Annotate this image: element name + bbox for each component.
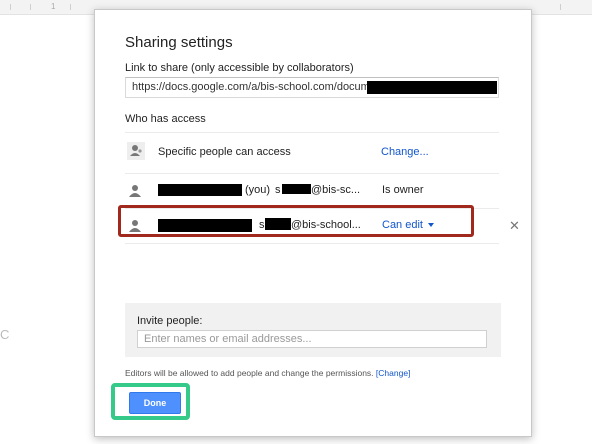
ruler-number: 1 [51, 2, 56, 11]
ruler-tick [10, 4, 11, 10]
access-level-text: Specific people can access [158, 146, 291, 158]
green-highlight-box [111, 383, 190, 420]
redaction-bar [367, 81, 497, 94]
email-suffix: @bis-sc... [311, 184, 361, 196]
person-icon [129, 185, 141, 197]
access-level-row: Specific people can access Change... [125, 133, 499, 169]
ruler-tick [70, 4, 71, 10]
invite-people-panel: Invite people: [125, 303, 501, 357]
change-access-link[interactable]: Change... [381, 146, 429, 158]
divider [125, 243, 499, 244]
email-prefix: s [275, 184, 281, 196]
red-highlight-box [118, 205, 474, 237]
redaction-bar [158, 184, 242, 196]
ruler-tick [560, 4, 561, 10]
remove-collaborator-icon[interactable]: ✕ [509, 218, 520, 234]
permission-note-text: Editors will be allowed to add people an… [125, 368, 374, 378]
dialog-title: Sharing settings [125, 34, 233, 51]
ruler-tick [30, 4, 31, 10]
change-permission-link[interactable]: [Change] [376, 368, 411, 378]
owner-role-label: Is owner [382, 184, 424, 196]
permission-note: Editors will be allowed to add people an… [125, 368, 410, 378]
share-link-field[interactable]: https://docs.google.com/a/bis-school.com… [125, 77, 499, 98]
you-tag: (you) [245, 184, 271, 196]
invite-people-input[interactable] [137, 330, 487, 348]
link-to-share-label: Link to share (only accessible by collab… [125, 62, 354, 74]
collaborator-row-owner: (you) s @bis-sc... Is owner [125, 173, 499, 209]
invite-people-label: Invite people: [137, 315, 203, 327]
people-icon [127, 142, 145, 160]
who-has-access-label: Who has access [125, 113, 206, 125]
background-text: C [0, 327, 10, 342]
redaction-bar [282, 184, 311, 194]
